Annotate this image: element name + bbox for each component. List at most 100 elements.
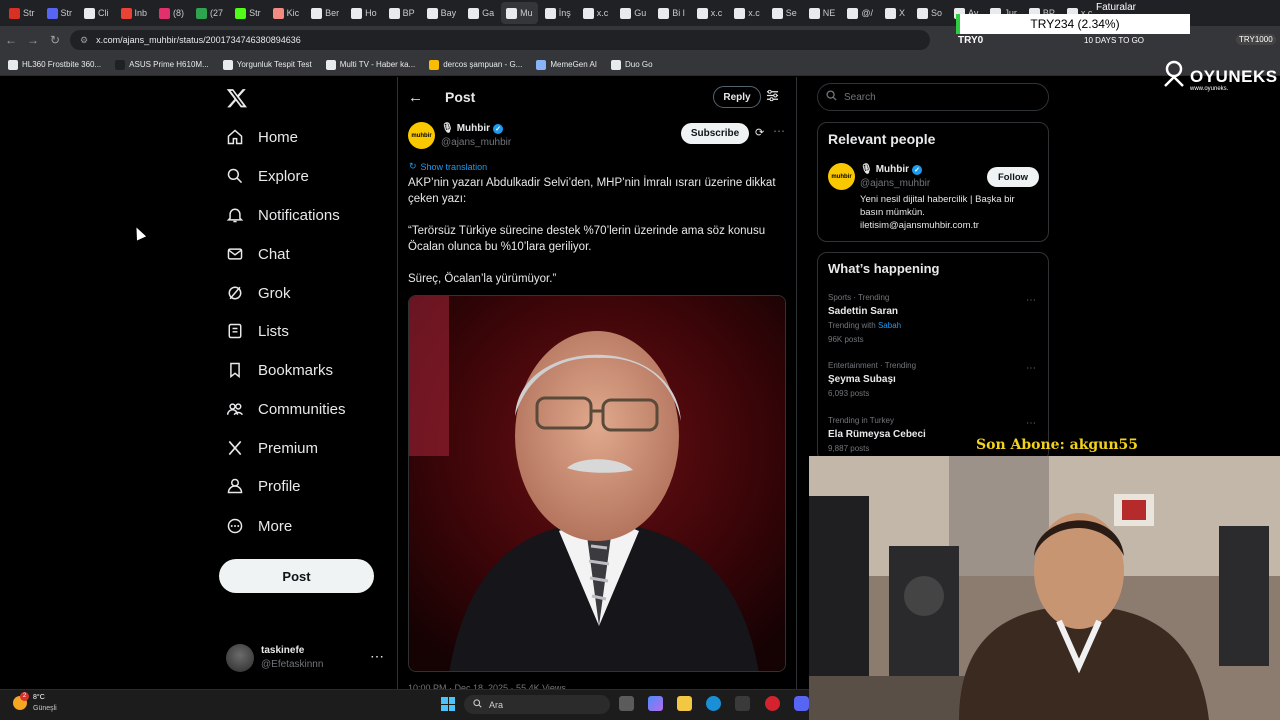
bookmark-item[interactable]: HL360 Frostbite 360... xyxy=(8,59,101,70)
browser-tab[interactable]: NE xyxy=(804,2,841,24)
sliders-icon[interactable] xyxy=(766,89,779,105)
nav-item-communities[interactable]: Communities xyxy=(226,394,346,424)
browser-tab[interactable]: Cli xyxy=(79,2,114,24)
page-title: Post xyxy=(445,89,476,105)
search-box[interactable] xyxy=(817,83,1049,111)
copilot-icon[interactable] xyxy=(648,696,663,711)
account-name[interactable]: taskinefe xyxy=(261,645,304,656)
nav-item-lists[interactable]: Lists xyxy=(226,316,289,346)
trend-with-link[interactable]: Sabah xyxy=(878,321,901,330)
reply-button[interactable]: Reply xyxy=(713,86,761,108)
show-translation-link[interactable]: ↻ Show translation xyxy=(409,161,487,172)
site-info-icon[interactable]: ⚙ xyxy=(80,35,88,46)
relevant-avatar[interactable]: muhbir xyxy=(828,163,855,190)
opera-icon[interactable] xyxy=(765,696,780,711)
edge-icon[interactable] xyxy=(706,696,721,711)
browser-tab-label: BP xyxy=(402,8,415,18)
browser-tab[interactable]: So xyxy=(912,2,947,24)
trend-more-icon[interactable]: ⋯ xyxy=(1026,295,1036,306)
forward-nav-icon[interactable]: → xyxy=(22,33,44,47)
browser-tab[interactable]: x.c xyxy=(729,2,765,24)
browser-tab[interactable]: Ga xyxy=(463,2,499,24)
nav-item-home[interactable]: Home xyxy=(226,122,298,152)
back-arrow-icon[interactable]: ← xyxy=(408,89,423,106)
trend-more-icon[interactable]: ⋯ xyxy=(1026,418,1036,429)
account-more-icon[interactable]: ⋯ xyxy=(370,648,384,665)
trend-more-icon[interactable]: ⋯ xyxy=(1026,363,1036,374)
post-button[interactable]: Post xyxy=(219,559,374,593)
people-icon xyxy=(226,400,244,418)
bookmark-item[interactable]: ASUS Prime H610M... xyxy=(115,59,209,70)
browser-tab[interactable]: x.c xyxy=(692,2,728,24)
browser-tab[interactable]: X xyxy=(880,2,910,24)
browser-tab[interactable]: @/ xyxy=(842,2,878,24)
trend-name[interactable]: Ela Rümeysa Cebeci xyxy=(828,429,926,440)
browser-tab[interactable]: Mu xyxy=(501,2,538,24)
grok-icon[interactable]: ⟳ xyxy=(755,126,764,139)
nav-item-premium[interactable]: Premium xyxy=(226,433,318,463)
post-more-icon[interactable]: ⋯ xyxy=(773,124,785,138)
browser-tab[interactable]: Bay xyxy=(422,2,462,24)
nav-item-notifications[interactable]: Notifications xyxy=(226,200,340,230)
bookmark-item[interactable]: Duo Go xyxy=(611,59,653,70)
browser-tab[interactable]: Str xyxy=(4,2,40,24)
search-input[interactable] xyxy=(844,91,1034,103)
nav-item-explore[interactable]: Explore xyxy=(226,161,309,191)
nav-item-bookmarks[interactable]: Bookmarks xyxy=(226,355,333,385)
oyuneks-url: www.oyuneks. xyxy=(1190,86,1229,92)
nav-item-chat[interactable]: Chat xyxy=(226,239,290,269)
translate-icon: ↻ xyxy=(409,161,417,171)
x-icon xyxy=(544,7,556,19)
browser-tab[interactable]: İnş xyxy=(540,2,576,24)
taskbar-search-placeholder: Ara xyxy=(489,699,504,710)
trend-name[interactable]: Şeyma Subaşı xyxy=(828,374,896,385)
back-nav-icon[interactable]: ← xyxy=(0,33,22,47)
nav-item-profile[interactable]: Profile xyxy=(226,471,301,501)
browser-tab[interactable]: Gu xyxy=(615,2,651,24)
windows-start-icon[interactable] xyxy=(441,697,455,711)
file-explorer-icon[interactable] xyxy=(677,696,692,711)
bookmark-item[interactable]: dercos şampuan - G... xyxy=(429,59,522,70)
avatar[interactable] xyxy=(226,644,254,672)
subscribe-button[interactable]: Subscribe xyxy=(681,123,749,144)
browser-tab[interactable]: Str xyxy=(42,2,78,24)
browser-tab[interactable]: Kic xyxy=(268,2,305,24)
browser-tab-label: Ber xyxy=(325,8,340,18)
tweet-image[interactable] xyxy=(408,295,786,672)
x-logo-icon[interactable] xyxy=(226,87,248,115)
x-icon xyxy=(226,439,244,457)
author-handle[interactable]: @ajans_muhbir xyxy=(441,137,511,148)
reload-icon[interactable]: ↻ xyxy=(44,33,66,47)
browser-tab[interactable]: Str xyxy=(230,2,266,24)
bookmark-item[interactable]: Yorgunluk Tespit Test xyxy=(222,59,312,70)
search-icon xyxy=(473,699,482,710)
bookmark-item[interactable]: MemeGen AI xyxy=(536,59,597,70)
browser-tab[interactable]: Ho xyxy=(346,2,382,24)
task-view-icon[interactable] xyxy=(619,696,634,711)
relevant-name[interactable]: 🎙 Muhbir ✓ xyxy=(860,164,923,175)
taskbar-search[interactable]: Ara xyxy=(464,695,610,714)
x-icon xyxy=(658,7,670,19)
bookmarks-bar: HL360 Frostbite 360... ASUS Prime H610M..… xyxy=(0,54,1280,76)
weather-temperature[interactable]: 8°C xyxy=(33,694,45,701)
browser-tab[interactable]: Ber xyxy=(306,2,344,24)
author-name[interactable]: 🎙 Muhbir ✓ xyxy=(441,123,504,134)
browser-tab[interactable]: (27 xyxy=(191,2,228,24)
address-bar[interactable]: ⚙ x.com/ajans_muhbir/status/200173474638… xyxy=(70,30,930,50)
browser-tab[interactable]: Inb xyxy=(116,2,153,24)
trend-category: Sports · Trending xyxy=(828,293,890,302)
kick-icon xyxy=(235,7,247,19)
browser-tab[interactable]: Bi l xyxy=(653,2,690,24)
browser-tab[interactable]: BP xyxy=(384,2,420,24)
follow-button[interactable]: Follow xyxy=(987,167,1039,187)
nav-item-grok[interactable]: Grok xyxy=(226,278,291,308)
trend-name[interactable]: Sadettin Saran xyxy=(828,306,898,317)
browser-tab[interactable]: x.c xyxy=(578,2,614,24)
nav-item-more[interactable]: More xyxy=(226,511,292,541)
author-avatar[interactable]: muhbir xyxy=(408,122,435,149)
store-icon[interactable] xyxy=(735,696,750,711)
discord-icon[interactable] xyxy=(794,696,809,711)
browser-tab[interactable]: (8) xyxy=(154,2,189,24)
bookmark-item[interactable]: Multi TV - Haber ka... xyxy=(325,59,415,70)
browser-tab[interactable]: Se xyxy=(767,2,802,24)
